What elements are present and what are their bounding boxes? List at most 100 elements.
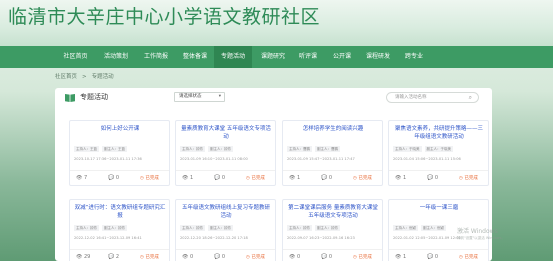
site-title: 临清市大辛庄中心小学语文教研社区 (8, 6, 321, 28)
host-tag: 主持人：王蓝 (74, 146, 99, 152)
eye-icon: 👁 (289, 254, 296, 260)
co-host-tag: 副主人：倪颖 (421, 225, 446, 231)
card-footer: 👁 0 💬 0 ◷ 已完成 (283, 249, 382, 261)
comment-icon: 💬 (214, 175, 221, 181)
search-placeholder: 请输入活动名称 (395, 95, 427, 100)
status-badge: ◷ 已完成 (140, 175, 159, 181)
clock-icon: ◷ (246, 176, 250, 181)
card-tags: 主持人：曹鹏 副主人：曹鹏 (287, 146, 343, 154)
card-title[interactable]: 如何上好公开课 (74, 125, 166, 143)
views-stat: 👁 1 (395, 175, 406, 181)
comments-stat: 💬 0 (321, 175, 332, 181)
nav-item-planning[interactable]: 活动策划 (99, 46, 133, 68)
card-title[interactable]: 第二课堂课后服务 量素质教育大课堂 五年级语文专项活动 (287, 204, 379, 222)
card-title[interactable]: 量素质教育大课堂 五年级语文专项活动 (180, 125, 272, 143)
card-title[interactable]: 怎样培养学生的阅读兴趣 (287, 125, 379, 143)
card-time: 2022-12-02 16:41~2023-12-09 16:41 (74, 236, 142, 240)
card-time: 2022-12-20 18:26~2022-12-20 17:18 (180, 236, 248, 240)
card-time: 2023-01-09 15:47~2023-01-11 17:47 (287, 157, 355, 161)
card-title[interactable]: 五年级语文教研组线上复习专题教研活动 (180, 204, 272, 222)
card-footer: 👁 1 💬 0 ◷ 已完成 (389, 170, 488, 185)
nav-item-briefing[interactable]: 工作简报 (139, 46, 173, 68)
views-stat: 👁 0 (289, 254, 300, 260)
card-time: 2023-01-09 16:10~2023-01-11 08:00 (180, 157, 248, 161)
nav-item-open-class[interactable]: 公开课 (328, 46, 356, 68)
chevron-down-icon: ▾ (218, 94, 221, 99)
card-tags: 主持人：钟芳 副主人：钟芳 (180, 225, 236, 233)
search-icon[interactable]: ⌕ (469, 93, 472, 102)
status-badge: ◷ 已完成 (353, 175, 372, 181)
card-title[interactable]: 双减”进行时：语文教研组专题研究汇报 (74, 204, 166, 222)
clock-icon: ◷ (140, 176, 144, 181)
card-tags: 主持人：钟芳 副主人：钟芳 (180, 146, 236, 154)
co-host-tag: 副主人：王蓝 (102, 146, 127, 152)
comments-stat: 💬 0 (214, 254, 225, 260)
views-count: 1 (296, 175, 301, 181)
nav-item-research[interactable]: 课题研究 (256, 46, 290, 68)
status-label: 已完成 (145, 176, 159, 181)
breadcrumb-home[interactable]: 社区首页 (55, 74, 77, 80)
nav-item-special-activities[interactable]: 专题活动 (214, 46, 252, 68)
watermark-line2: 转到"设置"以激活 Windows。 (457, 236, 505, 240)
eye-icon: 👁 (395, 254, 402, 260)
activity-card[interactable]: 量素质教育大课堂 五年级语文专项活动 主持人：钟芳 副主人：钟芳 2023-01-… (175, 120, 276, 186)
comments-stat: 💬 0 (108, 175, 119, 181)
card-footer: 👁 1 💬 0 ◷ 已完成 (283, 170, 382, 185)
main-nav: 社区首页 活动策划 工作简报 整体备课 专题活动 课题研究 听评课 公开课 课程… (0, 46, 553, 68)
breadcrumb-separator: > (82, 74, 87, 80)
host-tag: 主持人：钟芳 (180, 225, 205, 231)
activity-card[interactable]: 双减”进行时：语文教研组专题研究汇报 主持人：钟芳 副主人：钟芳 2022-12-… (69, 199, 170, 261)
nav-item-course-dev[interactable]: 课程研发 (361, 46, 395, 68)
co-host-tag: 副主人：钟芳 (315, 225, 340, 231)
comments-count: 0 (328, 254, 333, 260)
comments-count: 0 (221, 254, 226, 260)
clock-icon: ◷ (459, 176, 463, 181)
nav-item-home[interactable]: 社区首页 (60, 46, 91, 68)
activity-card[interactable]: 如何上好公开课 主持人：王蓝 副主人：王蓝 2023-10-17 17:36~20… (69, 120, 170, 186)
status-badge: ◷ 已完成 (246, 254, 265, 260)
activity-card[interactable]: 五年级语文教研组线上复习专题教研活动 主持人：钟芳 副主人：钟芳 2022-12-… (175, 199, 276, 261)
nav-item-cross-discipline[interactable]: 跨专业 (400, 46, 428, 68)
site-header: 临清市大辛庄中心小学语文教研社区 (0, 0, 553, 46)
card-time: 2022-09-07 16:23~2022-09-16 16:23 (287, 236, 355, 240)
eye-icon: 👁 (76, 254, 83, 260)
comment-icon: 💬 (427, 175, 434, 181)
activity-card[interactable]: 怎样培养学生的阅读兴趣 主持人：曹鹏 副主人：曹鹏 2023-01-09 15:4… (282, 120, 383, 186)
host-tag: 主持人：钟芳 (74, 225, 99, 231)
card-tags: 主持人：钟芳 副主人：钟芳 (287, 225, 343, 233)
status-label: 已完成 (358, 255, 372, 260)
eye-icon: 👁 (76, 175, 83, 181)
comments-count: 0 (434, 175, 439, 181)
comments-stat: 💬 2 (108, 254, 119, 260)
status-select-value: 请选择状态 (179, 94, 202, 99)
activity-card[interactable]: 聚焦语文素养，共研提升策略——三年级组语文教研活动 主持人：于晓美 副主人：于晓美… (388, 120, 489, 186)
status-select[interactable]: 请选择状态 ▾ (174, 92, 225, 102)
nav-item-lesson-prep[interactable]: 整体备课 (178, 46, 212, 68)
comments-count: 0 (115, 175, 120, 181)
nav-item-observation[interactable]: 听评课 (294, 46, 322, 68)
comment-icon: 💬 (108, 254, 115, 260)
card-tags: 主持人：倪颖 副主人：倪颖 (393, 225, 449, 233)
eye-icon: 👁 (182, 254, 189, 260)
breadcrumb: 社区首页 > 专题活动 (55, 71, 119, 83)
comment-icon: 💬 (427, 254, 434, 260)
clock-icon: ◷ (140, 255, 144, 260)
clock-icon: ◷ (353, 176, 357, 181)
card-title[interactable]: 聚焦语文素养，共研提升策略——三年级组语文教研活动 (393, 125, 485, 143)
comments-stat: 💬 0 (214, 175, 225, 181)
comments-count: 0 (221, 175, 226, 181)
host-tag: 主持人：钟芳 (180, 146, 205, 152)
card-time: 2022-01-02 12:05~2022-01-09 12:05 (393, 236, 461, 240)
card-footer: 👁 0 💬 0 ◷ 已完成 (176, 249, 275, 261)
views-count: 0 (296, 254, 301, 260)
activity-card[interactable]: 第二课堂课后服务 量素质教育大课堂 五年级语文专项活动 主持人：钟芳 副主人：钟芳… (282, 199, 383, 261)
status-label: 已完成 (358, 176, 372, 181)
card-tags: 主持人：于晓美 副主人：于晓美 (393, 146, 456, 154)
watermark-line1: 激活 Windows (457, 228, 498, 235)
search-input[interactable]: 请输入活动名称 ⌕ (386, 92, 479, 103)
host-tag: 主持人：曹鹏 (287, 146, 312, 152)
co-host-tag: 副主人：曹鹏 (315, 146, 340, 152)
eye-icon: 👁 (182, 175, 189, 181)
views-count: 1 (189, 175, 194, 181)
card-title[interactable]: 一年级一课三磨 (393, 204, 485, 222)
